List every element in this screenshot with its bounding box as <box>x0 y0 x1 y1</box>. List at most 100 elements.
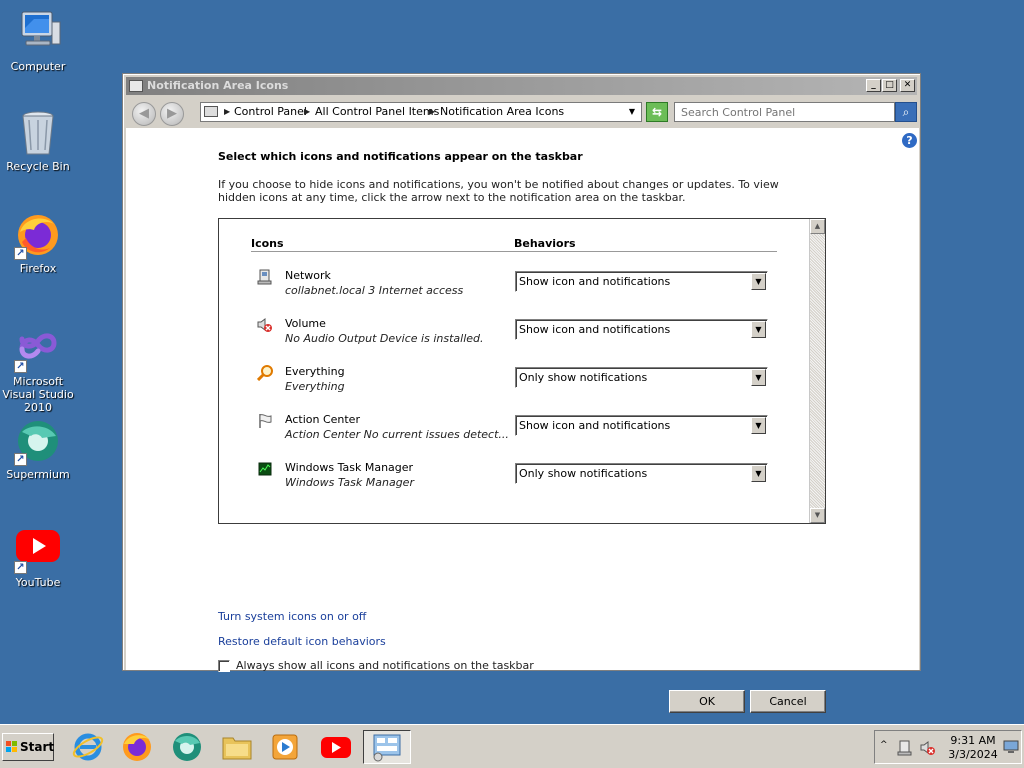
list-item: Volume No Audio Output Device is install… <box>257 317 777 357</box>
show-desktop-icon[interactable] <box>1003 740 1019 757</box>
address-toolbar: ◀ ▶ ▶ Control Panel ▶ All Control Panel … <box>126 98 917 128</box>
desktop-icon-label: Firefox <box>19 262 57 275</box>
ok-button[interactable]: OK <box>669 690 745 713</box>
breadcrumb-separator-icon[interactable]: ▶ <box>429 103 435 121</box>
breadcrumb-control-panel[interactable]: Control Panel <box>234 103 307 121</box>
item-name: Volume <box>285 317 326 330</box>
firefox-icon: ↗ <box>14 212 62 260</box>
windows-logo-icon <box>6 741 18 753</box>
refresh-button[interactable]: ⇆ <box>646 102 668 122</box>
page-description: If you choose to hide icons and notifica… <box>218 178 779 204</box>
desktop-icon-label: Microsoft Visual Studio 2010 <box>2 375 74 414</box>
behavior-value: Show icon and notifications <box>519 275 671 288</box>
breadcrumb-notification-area-icons[interactable]: Notification Area Icons <box>440 103 564 121</box>
desktop-icon-computer[interactable]: Computer <box>0 10 76 73</box>
icons-list: Icons Behaviors Network collabnet.local … <box>218 218 826 524</box>
scroll-up-icon[interactable]: ▲ <box>810 219 825 234</box>
maximize-button[interactable]: □ <box>882 79 897 92</box>
notification-area-icons-window: Notification Area Icons _ □ ✕ ◀ ▶ ▶ Cont… <box>122 73 921 713</box>
list-item: Everything Everything Only show notifica… <box>256 365 777 405</box>
supermium-icon[interactable] <box>170 730 204 764</box>
desktop-icon-label: Computer <box>10 60 66 73</box>
behavior-select[interactable]: Show icon and notifications ▼ <box>515 319 768 340</box>
list-item: Windows Task Manager Windows Task Manage… <box>257 461 777 501</box>
title-bar[interactable]: Notification Area Icons _ □ ✕ <box>126 77 917 95</box>
forward-button[interactable]: ▶ <box>160 102 184 126</box>
close-button[interactable]: ✕ <box>900 79 915 92</box>
breadcrumb-separator-icon[interactable]: ▶ <box>304 103 310 121</box>
computer-icon <box>14 10 62 56</box>
search-input[interactable] <box>674 102 895 122</box>
behavior-select[interactable]: Show icon and notifications ▼ <box>515 415 768 436</box>
chevron-down-icon[interactable]: ▼ <box>751 273 766 290</box>
system-tray: ^ 9:31 AM 3/3/2024 <box>874 730 1022 764</box>
desktop-icon-visual-studio[interactable]: ↗ Microsoft Visual Studio 2010 <box>0 325 76 414</box>
chevron-down-icon[interactable]: ▼ <box>751 321 766 338</box>
item-name: Network <box>285 269 331 282</box>
control-panel-small-icon <box>204 106 218 117</box>
desktop-icon-firefox[interactable]: ↗ Firefox <box>0 212 76 275</box>
breadcrumb-separator-icon: ▶ <box>224 107 231 116</box>
youtube-icon: ↗ <box>14 526 62 574</box>
desktop-icon-recycle-bin[interactable]: Recycle Bin <box>0 110 76 173</box>
desktop-icon-label: Recycle Bin <box>6 160 70 173</box>
item-name: Everything <box>285 365 345 378</box>
minimize-button[interactable]: _ <box>866 79 881 92</box>
always-show-all-checkbox[interactable] <box>218 660 230 672</box>
address-dropdown-icon[interactable]: ▼ <box>629 103 635 121</box>
youtube-icon[interactable] <box>319 730 353 764</box>
restore-defaults-link[interactable]: Restore default icon behaviors <box>218 635 386 648</box>
recycle-bin-icon <box>14 110 62 156</box>
scroll-down-icon[interactable]: ▼ <box>810 508 825 523</box>
shortcut-arrow-icon: ↗ <box>14 453 27 466</box>
shortcut-arrow-icon: ↗ <box>14 247 27 260</box>
item-name: Windows Task Manager <box>285 461 414 474</box>
internet-explorer-icon[interactable] <box>71 730 105 764</box>
volume-muted-icon[interactable] <box>920 740 936 759</box>
help-icon[interactable]: ? <box>902 133 917 148</box>
behavior-select[interactable]: Only show notifications ▼ <box>515 463 768 484</box>
clock-date: 3/3/2024 <box>948 748 998 761</box>
item-description: collabnet.local 3 Internet access <box>285 284 464 297</box>
chevron-down-icon[interactable]: ▼ <box>751 369 766 386</box>
behavior-value: Show icon and notifications <box>519 323 671 336</box>
show-hidden-icons-chevron-icon[interactable]: ^ <box>880 740 888 750</box>
desktop-icon-supermium[interactable]: ↗ Supermium <box>0 418 76 481</box>
back-button[interactable]: ◀ <box>132 102 156 126</box>
item-description: Windows Task Manager <box>285 476 414 489</box>
window-app-icon <box>129 80 143 92</box>
vertical-scrollbar[interactable]: ▲ ▼ <box>809 219 825 523</box>
turn-system-icons-link[interactable]: Turn system icons on or off <box>218 610 366 623</box>
scroll-track[interactable] <box>810 234 825 508</box>
address-bar[interactable]: ▶ Control Panel ▶ All Control Panel Item… <box>200 102 642 122</box>
visual-studio-icon: ↗ <box>14 325 62 373</box>
list-item: Action Center Action Center No current i… <box>257 413 777 453</box>
list-item: Network collabnet.local 3 Internet acces… <box>257 269 777 309</box>
firefox-icon[interactable] <box>120 730 154 764</box>
action-center-flag-icon <box>257 413 273 429</box>
start-button[interactable]: Start <box>2 733 54 761</box>
column-header-icons: Icons <box>251 237 284 250</box>
behavior-value: Show icon and notifications <box>519 419 671 432</box>
clock[interactable]: 9:31 AM 3/3/2024 <box>945 734 1001 762</box>
item-description: Everything <box>285 380 345 393</box>
item-name: Action Center <box>285 413 360 426</box>
chevron-down-icon[interactable]: ▼ <box>751 417 766 434</box>
behavior-select[interactable]: Show icon and notifications ▼ <box>515 271 768 292</box>
behavior-select[interactable]: Only show notifications ▼ <box>515 367 768 388</box>
shortcut-arrow-icon: ↗ <box>14 561 27 574</box>
desktop-icon-label: Supermium <box>6 468 70 481</box>
network-icon[interactable] <box>897 740 913 759</box>
network-icon <box>257 269 273 285</box>
file-explorer-icon[interactable] <box>220 730 254 764</box>
column-header-behaviors: Behaviors <box>514 237 576 250</box>
media-player-icon[interactable] <box>269 730 303 764</box>
search-icon[interactable]: ⌕ <box>895 102 917 122</box>
task-manager-icon <box>257 461 273 477</box>
desktop-icon-youtube[interactable]: ↗ YouTube <box>0 526 76 589</box>
breadcrumb-all-items[interactable]: All Control Panel Items <box>315 103 439 121</box>
cancel-button[interactable]: Cancel <box>750 690 826 713</box>
window-title: Notification Area Icons <box>147 79 289 92</box>
chevron-down-icon[interactable]: ▼ <box>751 465 766 482</box>
control-panel-icon[interactable] <box>363 730 411 764</box>
